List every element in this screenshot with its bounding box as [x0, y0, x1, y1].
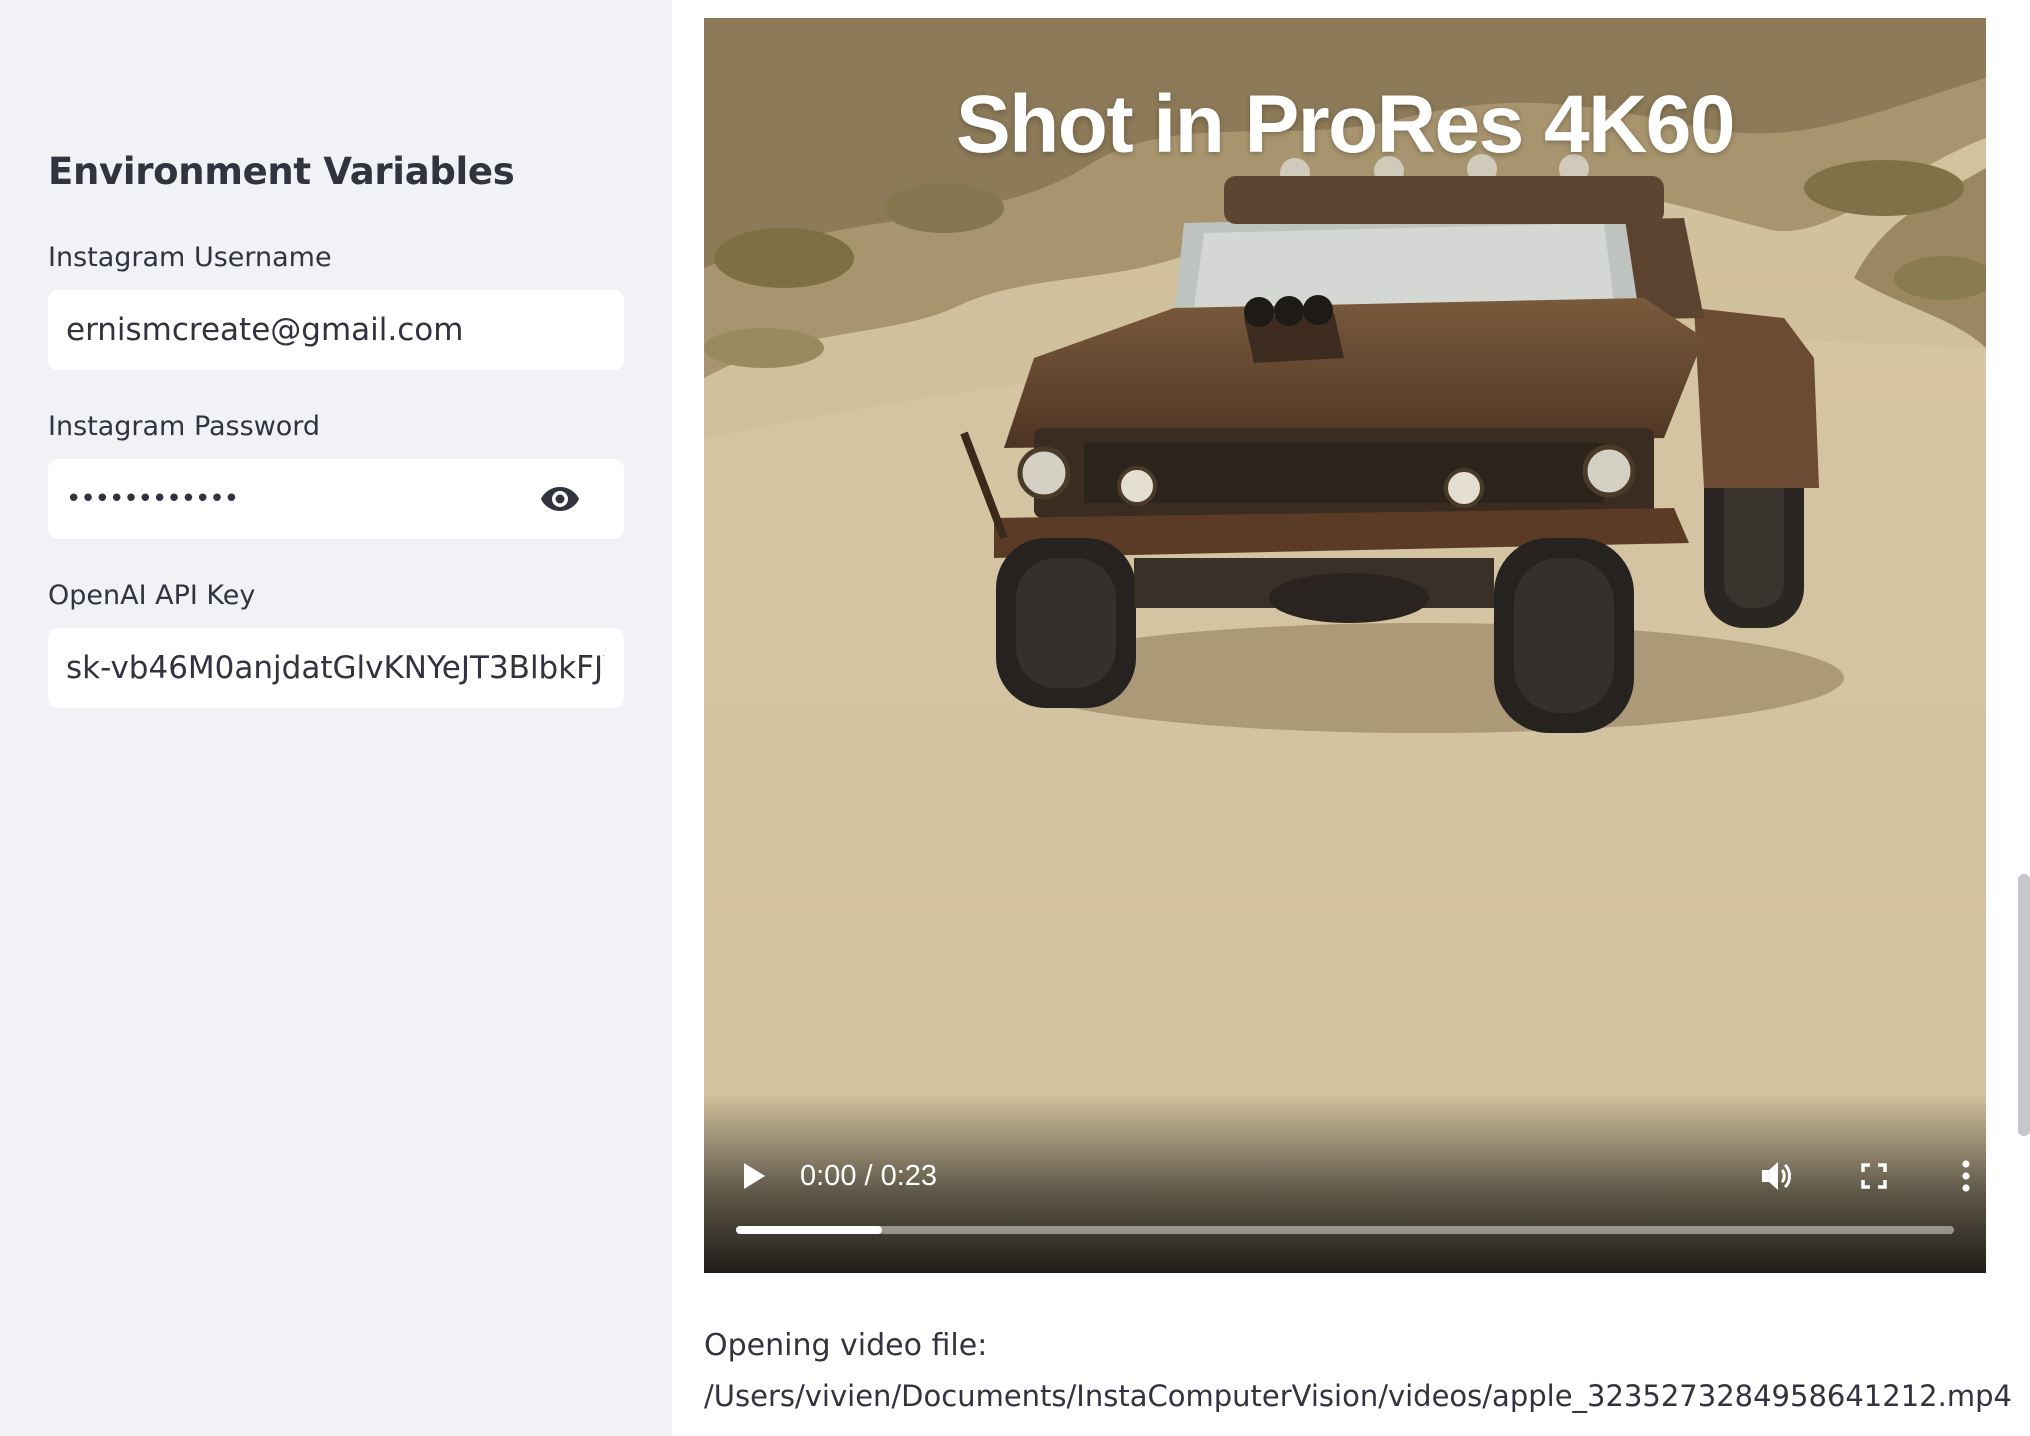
status-line-2: /Users/vivien/Documents/InstaComputerVis… — [704, 1379, 2012, 1413]
volume-icon[interactable] — [1758, 1156, 1798, 1196]
status-line-1: Opening video file: — [704, 1328, 988, 1363]
more-options-icon[interactable] — [1946, 1156, 1986, 1196]
main-content: Shot in ProRes 4K60 0:00 / 0:23 Opening … — [672, 0, 2030, 1436]
eye-icon[interactable] — [540, 481, 580, 517]
app-root: Environment Variables Instagram Username… — [0, 0, 2030, 1436]
instagram-username-value: ernismcreate@gmail.com — [66, 312, 464, 348]
scrollbar-thumb[interactable] — [2018, 874, 2030, 1136]
video-progress-fill — [736, 1226, 883, 1234]
instagram-username-label: Instagram Username — [48, 242, 332, 273]
openai-api-key-input[interactable]: sk-vb46M0anjdatGlvKNYeJT3BlbkFJYF77T — [48, 628, 624, 708]
instagram-username-input[interactable]: ernismcreate@gmail.com — [48, 290, 624, 370]
play-icon[interactable] — [734, 1156, 774, 1196]
instagram-password-input[interactable]: •••••••••••• — [48, 459, 624, 539]
fullscreen-icon[interactable] — [1854, 1156, 1894, 1196]
video-progress-bar[interactable] — [736, 1226, 1954, 1234]
openai-api-key-value: sk-vb46M0anjdatGlvKNYeJT3BlbkFJYF77T — [66, 650, 604, 686]
video-player[interactable]: Shot in ProRes 4K60 0:00 / 0:23 — [704, 18, 1986, 1273]
instagram-password-value: •••••••••••• — [66, 484, 239, 514]
openai-api-key-label: OpenAI API Key — [48, 580, 256, 611]
video-frame — [704, 18, 1986, 1273]
video-caption: Shot in ProRes 4K60 — [955, 79, 1736, 170]
instagram-password-label: Instagram Password — [48, 411, 321, 442]
sidebar: Environment Variables Instagram Username… — [0, 0, 672, 1436]
video-time-display: 0:00 / 0:23 — [800, 1160, 938, 1192]
sidebar-title: Environment Variables — [48, 150, 515, 193]
